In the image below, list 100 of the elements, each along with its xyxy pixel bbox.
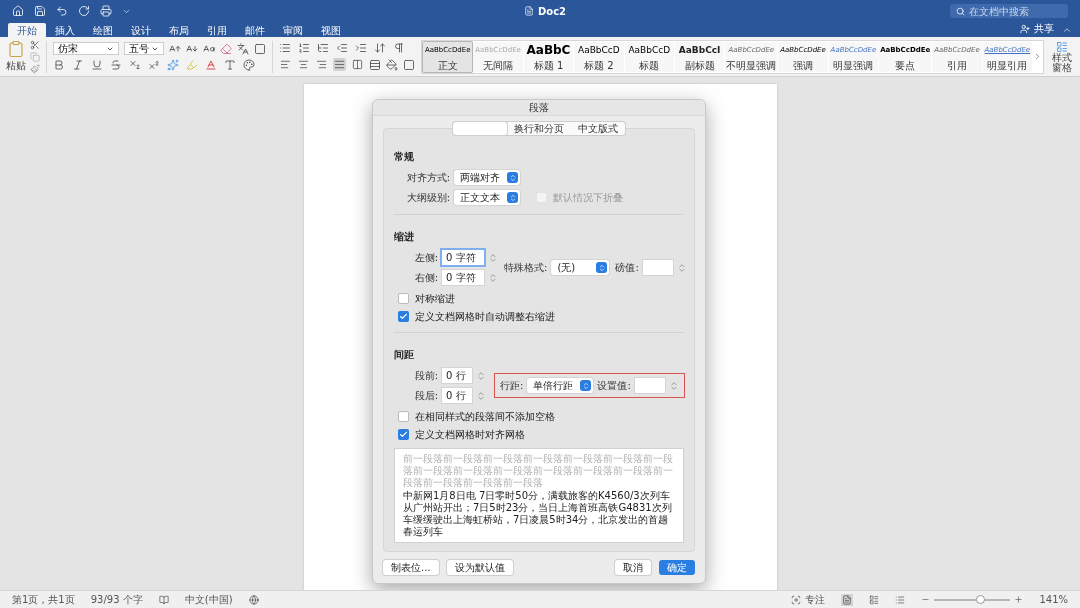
dialog-tab[interactable]: 换行和分页 (507, 122, 571, 135)
page-count: 第1页，共1页 (12, 593, 75, 607)
field-label: 对齐方式: (405, 171, 450, 185)
clear-format-icon[interactable] (220, 42, 232, 55)
spin-field[interactable]: 0 字符 (442, 270, 484, 285)
section-heading: 缩进 (394, 231, 414, 242)
checkbox[interactable] (398, 311, 409, 322)
outline-level-select[interactable]: 正文文本 (454, 190, 520, 205)
special-indent-select[interactable]: (无) (551, 260, 610, 275)
zoom-thumb[interactable] (976, 594, 985, 604)
spin-field[interactable]: 0 行 (442, 368, 472, 383)
field-label: 特殊格式: (504, 261, 548, 275)
ribbon-tab[interactable]: 引用 (198, 23, 236, 37)
sort-icon[interactable] (374, 42, 386, 54)
style-item[interactable]: AaBbCcD 标题 2 (574, 41, 624, 72)
subscript-icon[interactable] (129, 59, 141, 71)
character-border-icon[interactable] (254, 42, 266, 55)
align-button[interactable] (297, 58, 310, 71)
align-button[interactable] (315, 58, 328, 71)
alignment-select[interactable]: 两端对齐 (454, 170, 520, 185)
dialog-button[interactable]: 设为默认值 (446, 560, 513, 575)
font-color-icon[interactable] (205, 59, 217, 71)
bold-icon[interactable] (53, 59, 65, 71)
share-button[interactable]: 共享 (1020, 21, 1054, 36)
zoom-in-icon[interactable] (1014, 595, 1024, 604)
outline-view-icon[interactable] (895, 594, 906, 605)
checkbox-label: 在相同样式的段落间不添加空格 (415, 410, 555, 424)
field-label: 磅值: (615, 261, 639, 275)
redo-icon[interactable] (78, 5, 90, 17)
text-effects-icon[interactable] (167, 59, 179, 71)
shrink-font-icon[interactable] (186, 42, 198, 55)
shading-icon[interactable] (386, 58, 398, 71)
superscript-icon[interactable] (148, 59, 160, 71)
dialog-button[interactable]: 取消 (615, 560, 651, 575)
grow-font-icon[interactable] (169, 42, 181, 55)
strikethrough-icon[interactable] (110, 59, 122, 71)
print-icon[interactable] (100, 5, 112, 17)
spin-field[interactable]: 0 字符 (442, 250, 484, 265)
styles-pane-icon[interactable] (1056, 40, 1068, 53)
increase-indent-icon[interactable] (355, 42, 367, 54)
cut-icon[interactable] (30, 39, 40, 50)
multilevel-list-icon[interactable] (317, 42, 329, 54)
font-field[interactable]: 仿宋 (53, 42, 119, 55)
zoom-slider[interactable] (934, 598, 1011, 601)
ribbon-tab[interactable]: 审阅 (274, 23, 312, 37)
home-icon[interactable] (12, 5, 24, 17)
search-field[interactable]: 在文档中搜索 (950, 4, 1068, 18)
save-icon[interactable] (34, 5, 46, 17)
amount-field[interactable] (642, 260, 673, 275)
focus-icon[interactable] (791, 594, 802, 605)
paste-label[interactable]: 粘贴 (6, 58, 26, 73)
add-person-icon (1020, 23, 1030, 34)
section-heading: 间距 (394, 349, 414, 360)
checkbox[interactable] (398, 411, 409, 422)
style-item[interactable]: AaBbCcI 副标题 (674, 41, 725, 72)
checkbox[interactable] (398, 293, 409, 304)
show-marks-icon[interactable] (393, 42, 405, 54)
font-size-field[interactable]: 五号 (124, 42, 164, 55)
language-status[interactable]: 中文(中国) (184, 592, 233, 607)
paste-icon[interactable] (7, 40, 25, 58)
italic-icon[interactable] (72, 59, 84, 71)
ribbon-tab[interactable]: 视图 (312, 23, 350, 37)
align-button[interactable] (333, 58, 346, 71)
field-label: 设置值: (597, 379, 631, 393)
ribbon-tab[interactable]: 绘图 (84, 23, 122, 37)
dialog-button[interactable]: 制表位... (383, 560, 439, 575)
style-item[interactable]: AaBbCcD 标题 (624, 41, 674, 72)
collapse-ribbon-icon[interactable] (1062, 25, 1072, 35)
undo-icon[interactable] (56, 5, 68, 17)
focus-button[interactable]: 专注 (805, 592, 826, 607)
dialog-tab[interactable]: 中文版式 (571, 122, 625, 135)
dialog-button[interactable]: 确定 (659, 560, 695, 575)
style-item[interactable]: AaBbC 标题 1 (523, 41, 574, 72)
setting-field[interactable] (634, 378, 665, 393)
ribbon-tab[interactable]: 开始 (8, 23, 46, 37)
ribbon-tab[interactable]: 插入 (46, 23, 84, 37)
checkbox[interactable] (398, 429, 409, 440)
window-title: Doc2 (538, 4, 567, 19)
field-label: 段前: (413, 369, 438, 383)
line-spacing-icon[interactable] (369, 58, 381, 71)
decrease-indent-icon[interactable] (336, 42, 348, 54)
stepper-icon (580, 380, 592, 391)
ribbon-tab[interactable]: 设计 (122, 23, 160, 37)
ribbon-tab[interactable]: 布局 (160, 23, 198, 37)
print-layout-icon[interactable] (842, 594, 853, 605)
spin-field[interactable]: 0 行 (442, 388, 472, 403)
bullets-icon[interactable] (279, 42, 291, 54)
line-spacing-select[interactable]: 单倍行距 (527, 378, 594, 393)
ribbon-tab[interactable]: 邮件 (236, 23, 274, 37)
web-layout-icon[interactable] (869, 594, 880, 605)
align-button[interactable] (279, 58, 292, 71)
styles-pane-button[interactable]: 样式窗格 (1052, 52, 1072, 73)
change-case-icon[interactable] (203, 42, 215, 55)
borders-icon[interactable] (403, 58, 415, 71)
align-button[interactable] (351, 58, 364, 71)
stepper-icon (507, 172, 518, 183)
numbering-icon[interactable] (298, 42, 310, 54)
format-painter-icon[interactable] (30, 63, 40, 74)
checkbox-label: 默认情况下折叠 (553, 191, 623, 205)
underline-icon[interactable] (91, 59, 103, 71)
